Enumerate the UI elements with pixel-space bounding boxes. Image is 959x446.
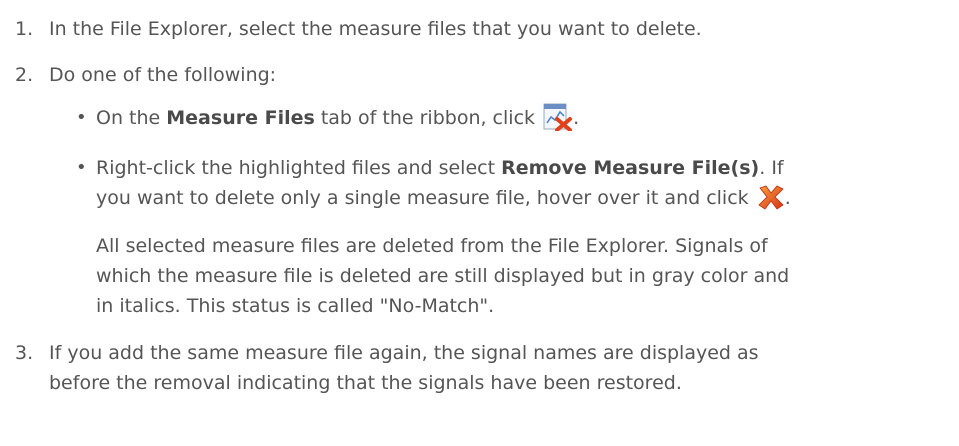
bullet-text-end: .: [784, 187, 791, 209]
result-line-2: which the measure file is deleted are st…: [96, 265, 790, 287]
bullet-marker: •: [76, 107, 87, 128]
instructions-page: 1. In the File Explorer, select the meas…: [0, 0, 959, 446]
step-text: Do one of the following:: [49, 64, 277, 86]
red-x-delete-icon: [757, 184, 785, 210]
step-text: In the File Explorer, select the measure…: [49, 18, 702, 40]
result-line-3: in italics. This status is called "No-Ma…: [96, 295, 495, 317]
remove-measure-file-icon: [543, 103, 573, 132]
bullet-text-post: tab of the ribbon, click: [314, 107, 536, 129]
bullet-marker: •: [76, 157, 87, 178]
step-text-line-2: before the removal indicating that the s…: [49, 372, 682, 394]
context-menu-item-name: Remove Measure File(s): [501, 157, 760, 179]
bullet-text-pre: On the: [96, 107, 167, 129]
bullet-text-pre: Right-click the highlighted files and se…: [96, 157, 502, 179]
step-number: 2.: [15, 64, 34, 86]
bullet-text-line2: you want to delete only a single measure…: [96, 183, 791, 213]
bullet-text: On the Measure Files tab of the ribbon, …: [96, 103, 579, 133]
ribbon-tab-name: Measure Files: [166, 107, 315, 129]
bullet-text-line2-pre: you want to delete only a single measure…: [96, 187, 749, 209]
step-number: 1.: [15, 18, 34, 40]
bullet-text-post: . If: [759, 157, 784, 179]
step-number: 3.: [15, 342, 34, 364]
result-line-1: All selected measure files are deleted f…: [96, 235, 768, 257]
bullet-text-end: .: [573, 107, 580, 129]
bullet-text: Right-click the highlighted files and se…: [96, 153, 784, 183]
step-text-line-1: If you add the same measure file again, …: [49, 342, 759, 364]
